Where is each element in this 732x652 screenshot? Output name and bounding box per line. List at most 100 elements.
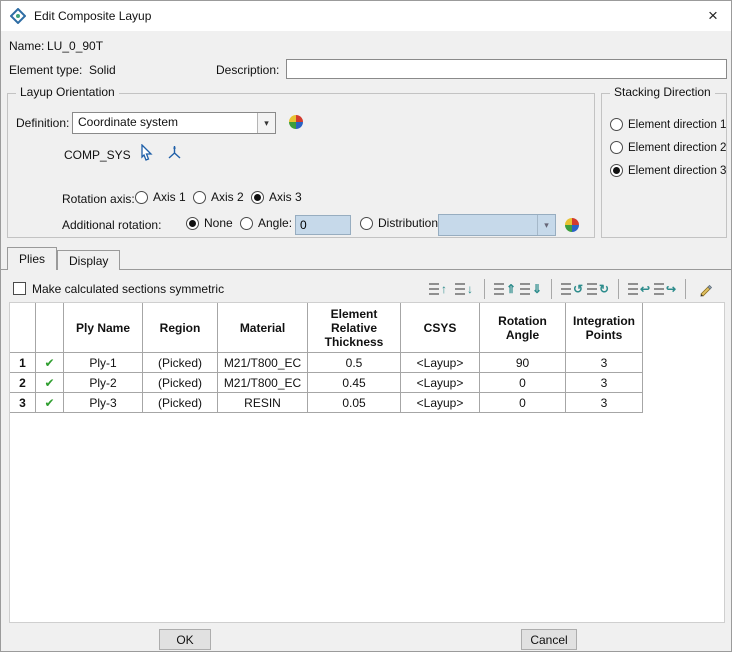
header-rotation-angle: Rotation Angle: [479, 303, 566, 353]
plies-stack-icon: [653, 283, 664, 295]
move-ply-up-button[interactable]: ↑: [425, 278, 451, 300]
cell-csys[interactable]: <Layup>: [400, 392, 480, 413]
cell-ply-name[interactable]: Ply-2: [63, 372, 143, 393]
radio-none[interactable]: None: [186, 216, 233, 230]
angle-input[interactable]: [295, 215, 351, 235]
definition-combo[interactable]: Coordinate system ▾: [72, 112, 276, 134]
cell-material[interactable]: RESIN: [217, 392, 308, 413]
definition-label: Definition:: [16, 116, 70, 130]
cell-rotation-angle[interactable]: 0: [479, 372, 566, 393]
plies-table-area: Ply Name Region Material Element Relativ…: [9, 302, 725, 623]
definition-combo-value: Coordinate system: [78, 115, 179, 129]
cell-material[interactable]: M21/T800_EC: [217, 372, 308, 393]
plies-table: Ply Name Region Material Element Relativ…: [10, 303, 643, 413]
radio-label: Distribution:: [378, 216, 442, 230]
pick-csys-icon[interactable]: [138, 144, 155, 161]
layup-orientation-group: Layup Orientation Definition: Coordinate…: [7, 85, 595, 238]
symmetric-checkbox[interactable]: [13, 282, 26, 295]
insert-ply-above-icon: ⇑: [505, 282, 517, 296]
check-icon[interactable]: ✔: [35, 372, 64, 393]
ok-button[interactable]: OK: [159, 629, 211, 650]
radio-distribution[interactable]: Distribution:: [360, 216, 441, 230]
cell-csys[interactable]: <Layup>: [400, 372, 480, 393]
bring-plies-front-button[interactable]: ↪: [652, 278, 678, 300]
app-icon: [10, 8, 26, 24]
radio-element-direction-1[interactable]: Element direction 1: [610, 118, 726, 131]
cell-material[interactable]: M21/T800_EC: [217, 352, 308, 373]
row-number[interactable]: 3: [10, 392, 36, 413]
pencil-icon: [698, 281, 714, 297]
plies-stack-icon: [493, 283, 504, 295]
radio-circle: [610, 141, 623, 154]
row-number[interactable]: 1: [10, 352, 36, 373]
check-icon[interactable]: ✔: [35, 392, 64, 413]
tab-display[interactable]: Display: [57, 250, 121, 270]
radio-circle: [240, 216, 253, 230]
radio-axis-2[interactable]: Axis 2: [193, 190, 244, 204]
stacking-direction-group: Stacking Direction Element direction 1 E…: [601, 85, 727, 238]
cycle-plies-down-icon: ↻: [598, 282, 610, 296]
name-value: LU_0_90T: [47, 39, 104, 53]
cell-thickness[interactable]: 0.05: [307, 392, 401, 413]
cell-integration-points[interactable]: 3: [565, 392, 643, 413]
insert-ply-below-icon: ⇓: [531, 282, 543, 296]
radio-circle: [360, 216, 373, 230]
close-icon[interactable]: ×: [695, 1, 731, 31]
cell-ply-name[interactable]: Ply-1: [63, 352, 143, 373]
radio-axis-3[interactable]: Axis 3: [251, 190, 302, 204]
toolbar-separator: [484, 279, 485, 299]
toolbar-separator: [618, 279, 619, 299]
cell-integration-points[interactable]: 3: [565, 352, 643, 373]
header-integration-points: Integration Points: [565, 303, 643, 353]
table-header-row: Ply Name Region Material Element Relativ…: [10, 303, 643, 353]
titlebar: Edit Composite Layup ×: [1, 1, 731, 31]
axes-triad-icon[interactable]: [166, 144, 183, 161]
cell-ply-name[interactable]: Ply-3: [63, 392, 143, 413]
cell-region[interactable]: (Picked): [142, 352, 218, 373]
description-input[interactable]: [286, 59, 727, 79]
cycle-plies-down-button[interactable]: ↻: [585, 278, 611, 300]
send-plies-back-button[interactable]: ↩: [626, 278, 652, 300]
cell-thickness[interactable]: 0.45: [307, 372, 401, 393]
header-row-number: [10, 303, 36, 353]
chevron-down-icon: ▾: [257, 113, 275, 133]
insert-ply-above-button[interactable]: ⇑: [492, 278, 518, 300]
edit-ply-button[interactable]: [693, 278, 719, 300]
symmetric-checkbox-label: Make calculated sections symmetric: [32, 282, 225, 296]
table-row: 2 ✔ Ply-2 (Picked) M21/T800_EC 0.45 <Lay…: [10, 372, 643, 393]
radio-label: Element direction 2: [628, 141, 727, 154]
cancel-button[interactable]: Cancel: [521, 629, 577, 650]
tab-label: Display: [69, 253, 109, 268]
cell-rotation-angle[interactable]: 90: [479, 352, 566, 373]
name-label: Name:: [9, 39, 45, 53]
insert-ply-below-button[interactable]: ⇓: [518, 278, 544, 300]
radio-angle[interactable]: Angle:: [240, 216, 292, 230]
move-ply-down-button[interactable]: ↓: [451, 278, 477, 300]
datum-csys-list-icon[interactable]: [288, 114, 304, 130]
element-type-value: Solid: [89, 63, 116, 77]
table-row: 3 ✔ Ply-3 (Picked) RESIN 0.05 <Layup> 0 …: [10, 392, 643, 413]
radio-element-direction-3[interactable]: Element direction 3: [610, 164, 726, 177]
distribution-list-icon[interactable]: [564, 217, 580, 233]
cycle-plies-up-icon: ↺: [572, 282, 584, 296]
cell-region[interactable]: (Picked): [142, 392, 218, 413]
header-thickness: Element Relative Thickness: [307, 303, 401, 353]
radio-axis-1[interactable]: Axis 1: [135, 190, 186, 204]
cell-region[interactable]: (Picked): [142, 372, 218, 393]
cell-csys[interactable]: <Layup>: [400, 352, 480, 373]
cell-thickness[interactable]: 0.5: [307, 352, 401, 373]
plies-stack-icon: [519, 283, 530, 295]
radio-element-direction-2[interactable]: Element direction 2: [610, 141, 726, 154]
distribution-combo[interactable]: ▾: [438, 214, 556, 236]
tab-plies[interactable]: Plies: [7, 247, 58, 270]
additional-rotation-label: Additional rotation:: [62, 218, 162, 232]
cycle-plies-up-button[interactable]: ↺: [559, 278, 585, 300]
radio-label: None: [204, 216, 233, 230]
check-icon[interactable]: ✔: [35, 352, 64, 373]
header-csys: CSYS: [400, 303, 480, 353]
plies-stack-icon: [586, 283, 597, 295]
cell-integration-points[interactable]: 3: [565, 372, 643, 393]
ply-toolbar: ↑ ↓ ⇑ ⇓ ↺ ↻ ↩ ↪: [425, 278, 719, 300]
cell-rotation-angle[interactable]: 0: [479, 392, 566, 413]
row-number[interactable]: 2: [10, 372, 36, 393]
